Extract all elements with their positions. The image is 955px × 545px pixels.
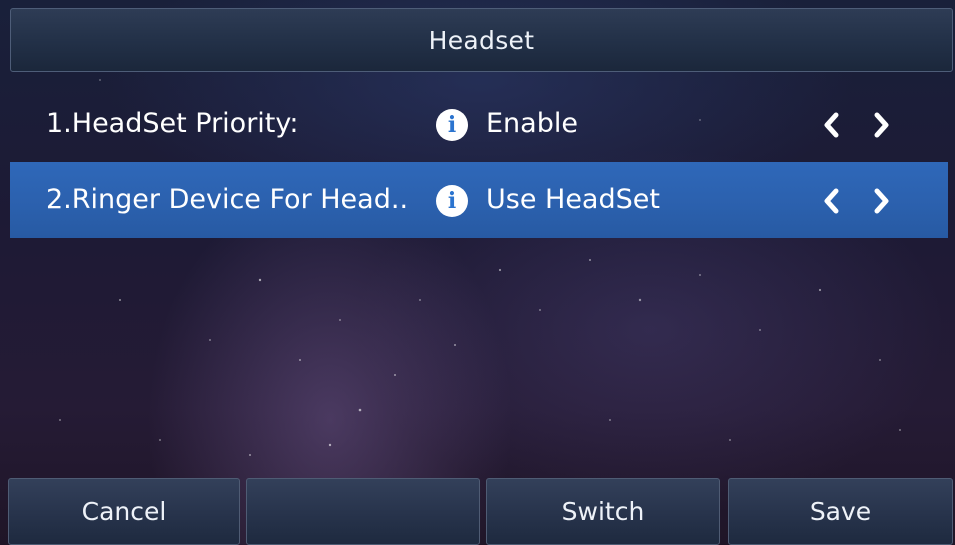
setting-row-ringer-device[interactable]: 2.Ringer Device For Head.. i Use HeadSet — [10, 162, 948, 238]
info-icon[interactable]: i — [436, 109, 468, 141]
chevron-left-icon[interactable] — [816, 184, 846, 218]
setting-label: 1.HeadSet Priority: — [46, 108, 299, 139]
chevron-right-icon[interactable] — [867, 184, 897, 218]
setting-value: Enable — [486, 108, 578, 139]
setting-value: Use HeadSet — [486, 184, 660, 215]
chevron-left-icon[interactable] — [816, 108, 846, 142]
info-icon[interactable]: i — [436, 185, 468, 217]
softkey-bar: Cancel Switch Save — [8, 478, 953, 545]
phone-screen: Headset 1.HeadSet Priority: i Enable 2.R… — [0, 0, 955, 545]
setting-row-headset-priority[interactable]: 1.HeadSet Priority: i Enable — [10, 86, 948, 162]
save-button[interactable]: Save — [728, 478, 953, 545]
page-title: Headset — [428, 25, 535, 55]
starry-wallpaper — [59, 59, 901, 456]
switch-button[interactable]: Switch — [486, 478, 720, 545]
title-bar: Headset — [10, 8, 953, 72]
cancel-button[interactable]: Cancel — [8, 478, 240, 545]
setting-label: 2.Ringer Device For Head.. — [46, 184, 409, 215]
chevron-right-icon[interactable] — [867, 108, 897, 142]
empty-softkey[interactable] — [246, 478, 480, 545]
